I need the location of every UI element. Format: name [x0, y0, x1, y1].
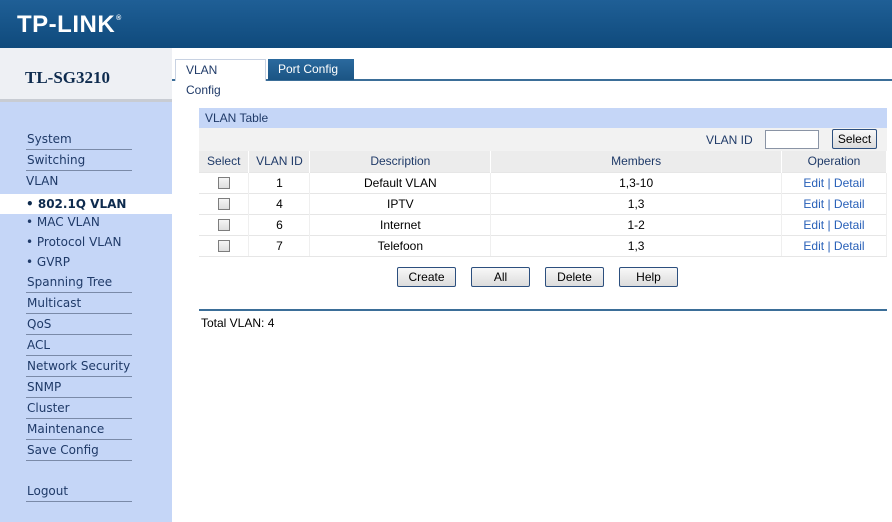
delete-button[interactable]: Delete: [545, 267, 604, 287]
operation-separator: |: [827, 238, 831, 253]
detail-link[interactable]: Detail: [834, 218, 865, 232]
description-cell: Telefoon: [309, 234, 492, 257]
logo-text: TP-LINK: [17, 11, 116, 38]
vlan-id-cell: 6: [248, 213, 311, 235]
table-row: 6 Internet 1-2 Edit | Detail: [199, 213, 887, 235]
sidebar-item-acl[interactable]: ACL: [26, 336, 132, 356]
description-cell: IPTV: [309, 192, 492, 214]
row-select-checkbox[interactable]: [217, 177, 230, 190]
vlan-filter-row: VLAN ID Select: [199, 128, 887, 151]
vlan-table: Select VLAN ID Description Members Opera…: [199, 151, 887, 257]
vlan-table-header: Select VLAN ID Description Members Opera…: [199, 151, 887, 172]
members-cell: 1-2: [490, 213, 783, 235]
sidebar-item-save-config[interactable]: Save Config: [26, 441, 132, 461]
tab-port-config[interactable]: Port Config: [268, 59, 354, 80]
operation-cell: Edit | Detail: [781, 192, 887, 214]
sidebar-item-cluster[interactable]: Cluster: [26, 399, 132, 419]
row-select-checkbox[interactable]: [217, 240, 230, 253]
row-select-checkbox[interactable]: [217, 198, 230, 211]
vlan-table-title: VLAN Table: [199, 108, 887, 128]
table-row: 1 Default VLAN 1,3-10 Edit | Detail: [199, 171, 887, 193]
select-button[interactable]: Select: [832, 129, 877, 149]
vlan-id-cell: 7: [248, 234, 311, 257]
detail-link[interactable]: Detail: [834, 197, 865, 211]
description-cell: Default VLAN: [309, 171, 492, 193]
sidebar-item-802-1q-vlan[interactable]: • 802.1Q VLAN: [26, 194, 126, 214]
vlan-id-cell: 4: [248, 192, 311, 214]
sidebar-item-snmp[interactable]: SNMP: [26, 378, 132, 398]
logo-registered-mark: ®: [116, 15, 122, 22]
vlan-id-cell: 1: [248, 171, 311, 193]
members-cell: 1,3: [490, 192, 783, 214]
top-header: TP-LINK®: [0, 0, 892, 48]
description-cell: Internet: [309, 213, 492, 235]
members-cell: 1,3-10: [490, 171, 783, 193]
column-header-members: Members: [490, 151, 783, 172]
edit-link[interactable]: Edit: [803, 218, 824, 232]
operation-cell: Edit | Detail: [781, 171, 887, 193]
create-button[interactable]: Create: [397, 267, 456, 287]
total-vlan-count: Total VLAN: 4: [201, 316, 275, 330]
model-panel: TL-SG3210: [0, 48, 172, 102]
column-header-vlan-id: VLAN ID: [248, 151, 311, 172]
vlan-id-filter-label: VLAN ID: [706, 133, 753, 147]
table-row: 4 IPTV 1,3 Edit | Detail: [199, 192, 887, 214]
operation-separator: |: [827, 217, 831, 232]
detail-link[interactable]: Detail: [834, 239, 865, 253]
sidebar-item-spanning-tree[interactable]: Spanning Tree: [26, 273, 132, 293]
sidebar-item-gvrp[interactable]: • GVRP: [26, 253, 132, 273]
column-header-select: Select: [199, 151, 250, 172]
column-header-description: Description: [309, 151, 492, 172]
help-button[interactable]: Help: [619, 267, 678, 287]
operation-separator: |: [827, 175, 831, 190]
edit-link[interactable]: Edit: [803, 176, 824, 190]
sidebar-item-qos[interactable]: QoS: [26, 315, 132, 335]
table-row: 7 Telefoon 1,3 Edit | Detail: [199, 234, 887, 257]
edit-link[interactable]: Edit: [803, 197, 824, 211]
operation-cell: Edit | Detail: [781, 234, 887, 257]
vlan-id-filter-input[interactable]: [765, 130, 819, 149]
sidebar-item-protocol-vlan[interactable]: • Protocol VLAN: [26, 233, 132, 253]
detail-link[interactable]: Detail: [834, 176, 865, 190]
sidebar-item-maintenance[interactable]: Maintenance: [26, 420, 132, 440]
tab-vlan-config[interactable]: VLAN Config: [175, 59, 266, 97]
all-button[interactable]: All: [471, 267, 530, 287]
section-divider: [199, 309, 887, 311]
sidebar-item-switching[interactable]: Switching: [26, 151, 132, 171]
sidebar-item-system[interactable]: System: [26, 130, 132, 150]
operation-separator: |: [827, 196, 831, 211]
sidebar-item-multicast[interactable]: Multicast: [26, 294, 132, 314]
sidebar-item-vlan[interactable]: VLAN: [26, 172, 132, 192]
sidebar-item-network-security[interactable]: Network Security: [26, 357, 132, 377]
edit-link[interactable]: Edit: [803, 239, 824, 253]
members-cell: 1,3: [490, 234, 783, 257]
sidebar-item-mac-vlan[interactable]: • MAC VLAN: [26, 213, 132, 233]
column-header-operation: Operation: [781, 151, 887, 172]
row-select-checkbox[interactable]: [217, 219, 230, 232]
sidebar-item-logout[interactable]: Logout: [26, 482, 132, 502]
tp-link-logo: TP-LINK®: [17, 11, 122, 39]
operation-cell: Edit | Detail: [781, 213, 887, 235]
device-model: TL-SG3210: [25, 68, 111, 87]
